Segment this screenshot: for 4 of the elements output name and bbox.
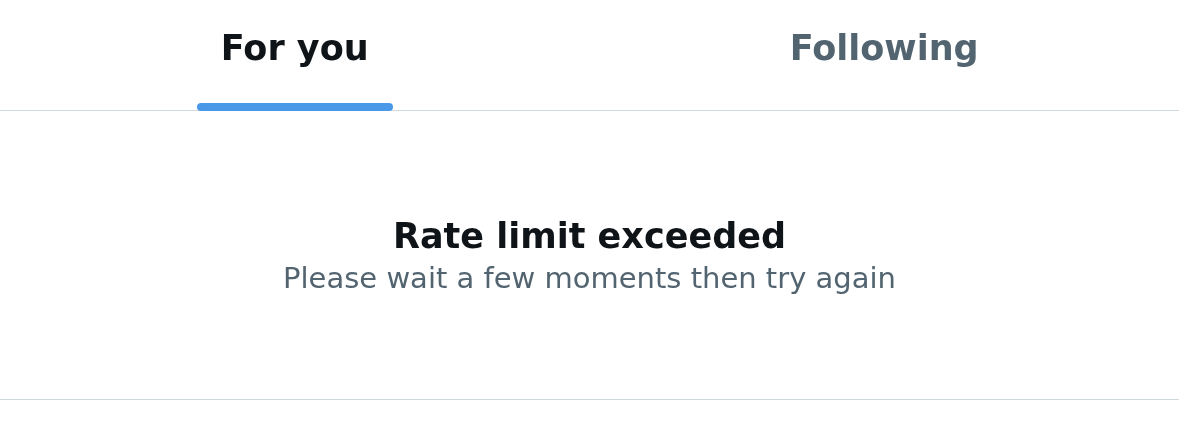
- tab[interactable]: Following: [765, 0, 1003, 111]
- tab[interactable]: For you: [196, 0, 393, 111]
- error-message: Please wait a few moments then try again: [283, 260, 896, 297]
- error-title: Rate limit exceeded: [393, 215, 786, 258]
